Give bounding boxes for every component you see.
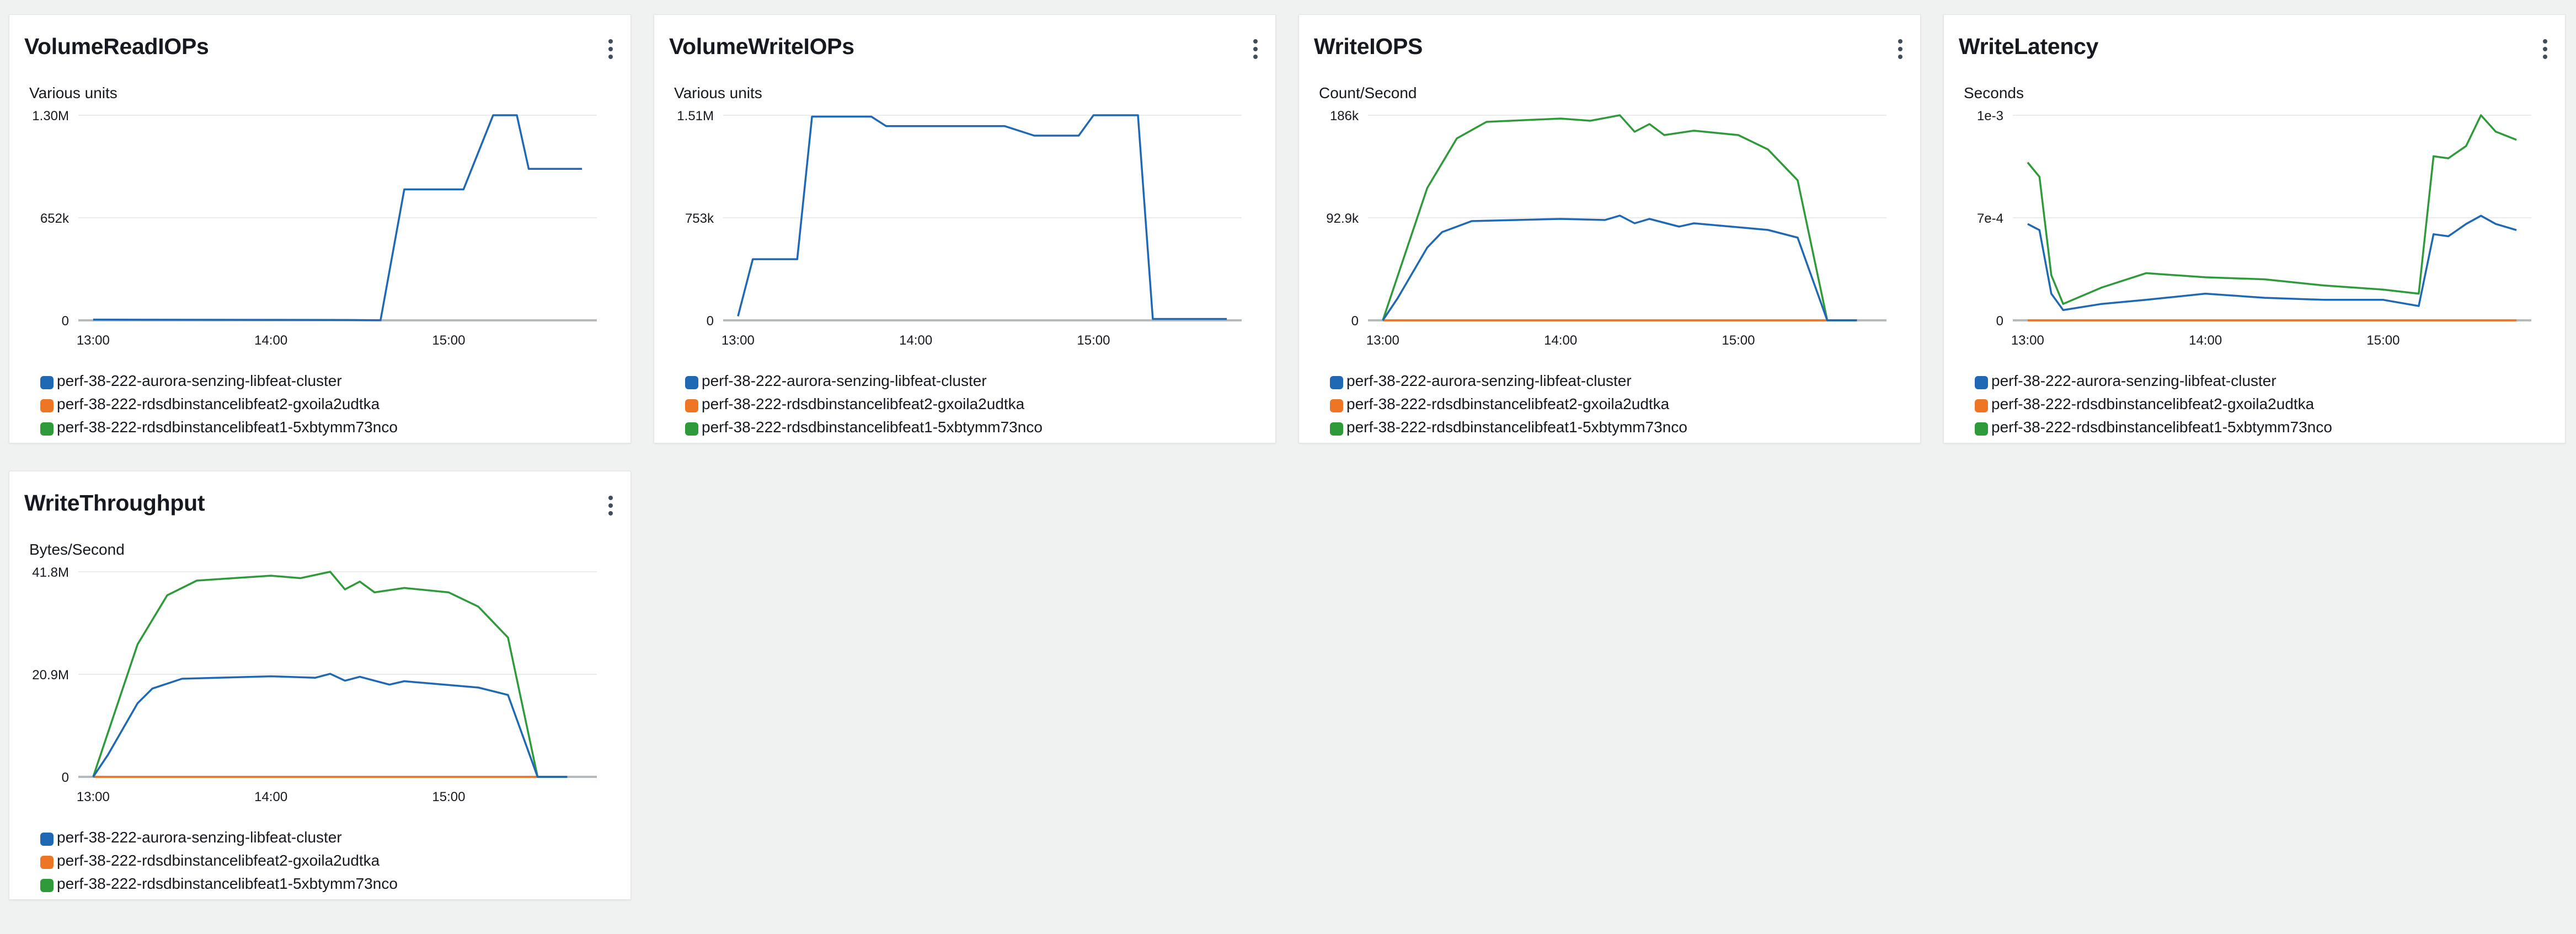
y-tick-label: 652k <box>40 211 70 226</box>
y-tick-label: 1.30M <box>32 109 69 124</box>
x-tick-label: 14:00 <box>254 790 287 804</box>
series-color-swatch <box>685 376 698 389</box>
x-tick-label: 14:00 <box>2189 333 2222 348</box>
legend-label: perf-38-222-rdsdbinstancelibfeat1-5xbtym… <box>702 418 1043 436</box>
widget-volume-write-iops: VolumeWriteIOPs Various units 1.51M 753k 0… <box>654 14 1276 443</box>
y-tick-label: 7e-4 <box>1977 211 2003 226</box>
widget-write-throughput: WriteThroughput Bytes/Second 41.8M 20.9M 0… <box>9 471 631 900</box>
x-tick-label: 14:00 <box>899 333 932 348</box>
series-color-swatch <box>685 399 698 412</box>
series-color-swatch <box>40 399 54 412</box>
y-tick-label: 92.9k <box>1326 211 1359 226</box>
legend-label: perf-38-222-aurora-senzing-libfeat-clust… <box>1991 372 2276 389</box>
widget-volume-read-iops: VolumeReadIOPs Various units 1.30M 652k 0 1… <box>9 14 631 443</box>
series-color-swatch <box>40 376 54 389</box>
x-tick-label: 13:00 <box>1366 333 1399 348</box>
series-line <box>2027 114 2517 305</box>
series-color-swatch <box>1975 376 1988 389</box>
y-tick-label: 0 <box>707 314 714 329</box>
legend-label: perf-38-222-rdsdbinstancelibfeat1-5xbtym… <box>57 875 398 892</box>
x-tick-label: 15:00 <box>432 333 465 348</box>
line-chart: 186k 92.9k 0 13:00 14:00 15:00 <box>1326 109 1886 348</box>
legend-label: perf-38-222-rdsdbinstancelibfeat2-gxoila… <box>57 852 380 869</box>
y-tick-label: 0 <box>62 770 69 785</box>
line-chart: 41.8M 20.9M 0 13:00 14:00 15:00 <box>32 565 597 804</box>
series-color-swatch <box>685 422 698 436</box>
y-tick-label: 0 <box>1351 314 1359 329</box>
legend-label: perf-38-222-aurora-senzing-libfeat-clust… <box>1346 372 1632 389</box>
x-tick-label: 14:00 <box>254 333 287 348</box>
series-line <box>737 114 1227 320</box>
series-color-swatch <box>40 879 54 892</box>
series-color-swatch <box>1330 376 1343 389</box>
x-tick-label: 13:00 <box>77 333 110 348</box>
x-tick-label: 13:00 <box>77 790 110 804</box>
series-color-swatch <box>40 833 54 846</box>
x-tick-label: 15:00 <box>432 790 465 804</box>
y-tick-label: 41.8M <box>32 565 69 580</box>
line-chart: 1.30M 652k 0 13:00 14:00 15:00 <box>32 109 597 348</box>
legend-label: perf-38-222-rdsdbinstancelibfeat1-5xbtym… <box>1346 418 1687 436</box>
legend-label: perf-38-222-rdsdbinstancelibfeat2-gxoila… <box>57 395 380 412</box>
legend-label: perf-38-222-rdsdbinstancelibfeat1-5xbtym… <box>57 418 398 436</box>
widget-write-latency: WriteLatency Seconds 1e-3 7e-4 0 13:00 14:00… <box>1943 14 2566 443</box>
legend-label: perf-38-222-aurora-senzing-libfeat-clust… <box>57 372 342 389</box>
series-color-swatch <box>1975 399 1988 412</box>
x-tick-label: 14:00 <box>1544 333 1577 348</box>
series-color-swatch <box>40 422 54 436</box>
line-chart: 1e-3 7e-4 0 13:00 14:00 15:00 <box>1977 109 2531 348</box>
legend-label: perf-38-222-rdsdbinstancelibfeat2-gxoila… <box>1346 395 1670 412</box>
series-color-swatch <box>1330 422 1343 436</box>
legend-label: perf-38-222-rdsdbinstancelibfeat2-gxoila… <box>702 395 1025 412</box>
legend-label: perf-38-222-aurora-senzing-libfeat-clust… <box>57 829 342 846</box>
series-line <box>92 673 568 778</box>
y-tick-label: 186k <box>1330 109 1359 124</box>
x-tick-label: 13:00 <box>2011 333 2044 348</box>
x-tick-label: 15:00 <box>1722 333 1755 348</box>
x-tick-label: 15:00 <box>1077 333 1110 348</box>
widget-write-iops: WriteIOPS Count/Second 186k 92.9k 0 13:00 14… <box>1298 14 1921 443</box>
y-tick-label: 0 <box>1996 314 2003 329</box>
y-tick-label: 20.9M <box>32 668 69 683</box>
series-line <box>2027 214 2517 312</box>
x-tick-label: 13:00 <box>722 333 755 348</box>
y-tick-label: 753k <box>685 211 714 226</box>
x-tick-label: 15:00 <box>2366 333 2399 348</box>
line-chart: 1.51M 753k 0 13:00 14:00 15:00 <box>677 109 1242 348</box>
legend-label: perf-38-222-rdsdbinstancelibfeat2-gxoila… <box>1991 395 2315 412</box>
series-color-swatch <box>1975 422 1988 436</box>
legend-label: perf-38-222-aurora-senzing-libfeat-clust… <box>702 372 987 389</box>
y-tick-label: 1.51M <box>677 109 714 124</box>
y-tick-label: 0 <box>62 314 69 329</box>
series-color-swatch <box>40 856 54 869</box>
y-tick-label: 1e-3 <box>1977 109 2003 124</box>
series-line <box>1382 214 1857 321</box>
series-color-swatch <box>1330 399 1343 412</box>
legend-label: perf-38-222-rdsdbinstancelibfeat1-5xbtym… <box>1991 418 2332 436</box>
